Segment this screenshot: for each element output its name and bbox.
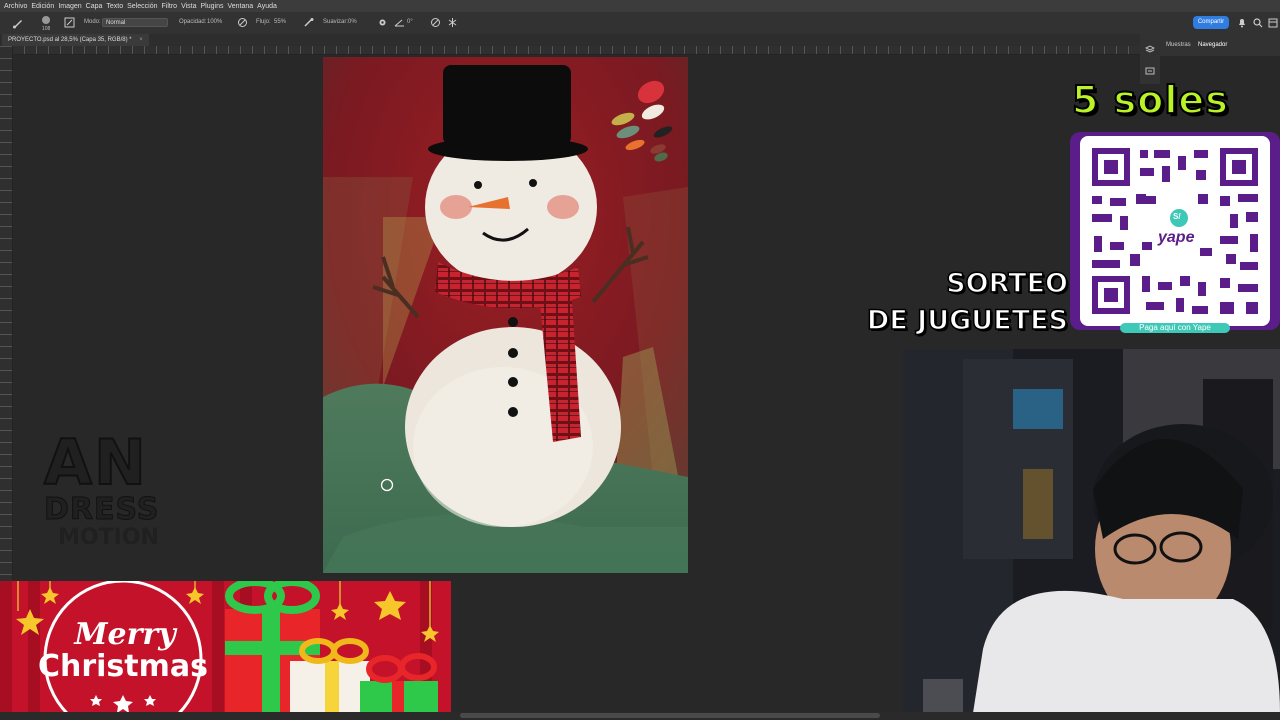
horizontal-ruler — [12, 46, 1140, 55]
tab-samples[interactable]: Muestras — [1166, 42, 1191, 48]
snowman-artwork — [323, 57, 688, 573]
document-tab[interactable]: PROYECTO.psd al 28,5% (Capa 35, RGB/8) *… — [2, 34, 149, 46]
angle-icon — [394, 19, 404, 27]
menu-vista[interactable]: Vista — [181, 3, 196, 10]
menu-ayuda[interactable]: Ayuda — [257, 3, 277, 10]
horizontal-scrollbar[interactable] — [0, 712, 1280, 720]
logo-line2: DRESS — [44, 492, 160, 527]
smoothing-value[interactable]: 0% — [348, 19, 357, 25]
brush-tool-icon[interactable] — [12, 17, 24, 29]
menu-bar: Archivo Edición Imagen Capa Texto Selecc… — [0, 0, 1280, 12]
smoothing-settings-icon[interactable] — [377, 17, 388, 28]
menu-capa[interactable]: Capa — [86, 3, 103, 10]
search-icon[interactable] — [1253, 18, 1263, 28]
brush-size: 108 — [42, 26, 51, 32]
airbrush-icon[interactable] — [303, 17, 314, 28]
menu-imagen[interactable]: Imagen — [58, 3, 81, 10]
an-dress-motion-logo: AN DRESS MOTION — [43, 426, 174, 570]
panel-icon-strip — [1140, 34, 1160, 84]
share-button[interactable]: Compartir — [1193, 16, 1229, 29]
qr-code: S/ yape — [1080, 136, 1270, 326]
mode-select[interactable]: Normal — [102, 18, 168, 27]
opacity-value[interactable]: 100% — [207, 19, 222, 25]
tab-navigator[interactable]: Navegador — [1198, 42, 1227, 48]
flow-value[interactable]: 55% — [274, 19, 286, 25]
banner-christmas: Christmas — [37, 649, 208, 684]
logo-line3: MOTION — [58, 525, 159, 550]
menu-texto[interactable]: Texto — [106, 3, 123, 10]
webcam-feed — [903, 349, 1280, 713]
menu-archivo[interactable]: Archivo — [4, 3, 27, 10]
banner-merry: Merry — [74, 617, 176, 652]
properties-panel-icon[interactable] — [1145, 66, 1155, 76]
options-bar: 108 Modo: Normal Opacidad: 100% Flujo: 5… — [0, 12, 1280, 35]
close-tab-icon[interactable]: × — [139, 37, 143, 43]
yape-logo: yape — [1158, 229, 1195, 246]
pressure-size-icon[interactable] — [430, 17, 441, 28]
panel-tabs: Muestras Navegador — [1160, 34, 1280, 56]
document-tab-bar: PROYECTO.psd al 28,5% (Capa 35, RGB/8) *… — [0, 34, 1140, 46]
bell-icon[interactable] — [1237, 18, 1247, 28]
menu-ventana[interactable]: Ventana — [227, 3, 253, 10]
menu-seleccion[interactable]: Selección — [127, 3, 157, 10]
qr-caption: Paga aquí con Yape — [1120, 323, 1230, 333]
mode-value: Normal — [106, 20, 126, 26]
brush-settings-icon[interactable] — [64, 17, 75, 28]
menu-plugins[interactable]: Plugins — [201, 3, 224, 10]
menu-filtro[interactable]: Filtro — [162, 3, 178, 10]
raffle-title-line2: DE JUGUETES — [866, 304, 1069, 337]
mode-label: Modo: — [84, 19, 101, 25]
symmetry-icon[interactable] — [447, 17, 458, 28]
price-label: 5 soles — [1071, 77, 1229, 123]
smoothing-label: Suavizar: — [323, 19, 349, 25]
pressure-opacity-icon[interactable] — [237, 17, 248, 28]
document-canvas[interactable] — [323, 57, 688, 573]
workspace-icon[interactable] — [1268, 18, 1278, 28]
christmas-banner: Merry Christmas — [0, 581, 451, 720]
opacity-label: Opacidad: — [179, 19, 207, 25]
menu-edicion[interactable]: Edición — [31, 3, 54, 10]
logo-line1: AN — [43, 426, 148, 499]
layers-panel-icon[interactable] — [1145, 44, 1155, 54]
raffle-title-line1: SORTEO — [945, 267, 1068, 300]
flow-label: Flujo: — [256, 19, 271, 25]
angle-value[interactable]: 0° — [407, 19, 413, 25]
scrollbar-thumb[interactable] — [460, 713, 880, 718]
document-tab-title: PROYECTO.psd al 28,5% (Capa 35, RGB/8) * — [8, 37, 132, 43]
qr-currency-symbol: S/ — [1173, 212, 1181, 221]
